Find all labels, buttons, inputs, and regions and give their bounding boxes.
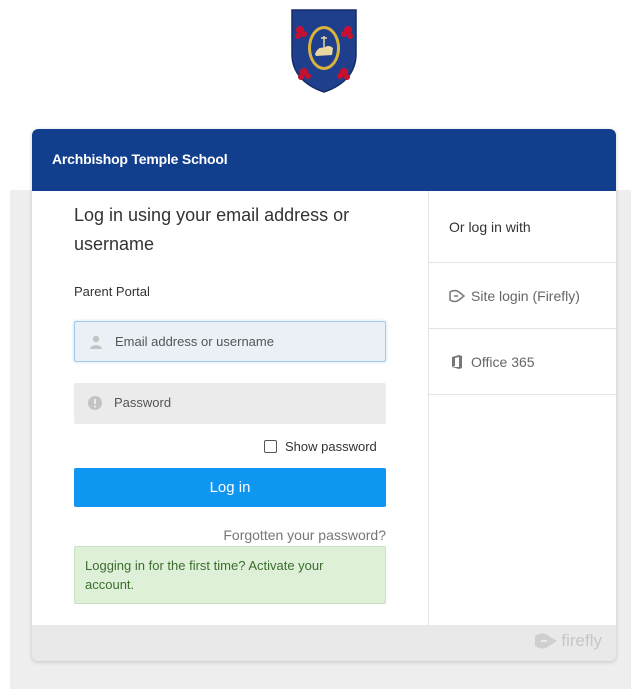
email-field[interactable] [74,321,386,362]
email-input[interactable] [115,322,375,361]
forgot-password-container: Forgotten your password? [74,527,386,543]
firefly-login-option[interactable]: Site login (Firefly) [429,263,616,329]
school-name: Archbishop Temple School [52,151,228,167]
password-info-icon [88,396,102,410]
activate-account-alert[interactable]: Logging in for the first time? Activate … [74,546,386,604]
alternative-login-panel: Or log in with Site login (Firefly) Offi… [429,191,616,625]
forgot-password-link[interactable]: Forgotten your password? [223,527,386,543]
office-365-icon [452,354,462,369]
show-password-checkbox[interactable] [264,440,277,453]
school-crest-logo [291,9,357,93]
firefly-logo-icon [535,633,558,649]
firefly-login-label: Site login (Firefly) [471,287,580,304]
firefly-brand-logo: firefly [534,631,602,651]
card-footer: firefly [32,625,616,661]
login-button[interactable]: Log in [74,468,386,507]
login-card: Archbishop Temple School Log in using yo… [32,129,616,661]
office365-login-option[interactable]: Office 365 [429,329,616,395]
user-icon [90,335,102,349]
password-input[interactable] [114,383,374,422]
firefly-brand-text: firefly [561,631,602,650]
alt-login-heading: Or log in with [429,191,616,263]
login-heading: Log in using your email address or usern… [74,205,350,254]
card-header: Archbishop Temple School [32,129,616,191]
show-password-toggle[interactable]: Show password [264,439,377,454]
alt-login-heading-text: Or log in with [449,218,531,235]
firefly-icon [449,289,465,302]
login-form: Log in using your email address or usern… [32,191,428,625]
portal-label: Parent Portal [74,284,150,299]
show-password-label: Show password [285,439,377,454]
password-field[interactable] [74,383,386,424]
office365-login-label: Office 365 [471,353,535,370]
